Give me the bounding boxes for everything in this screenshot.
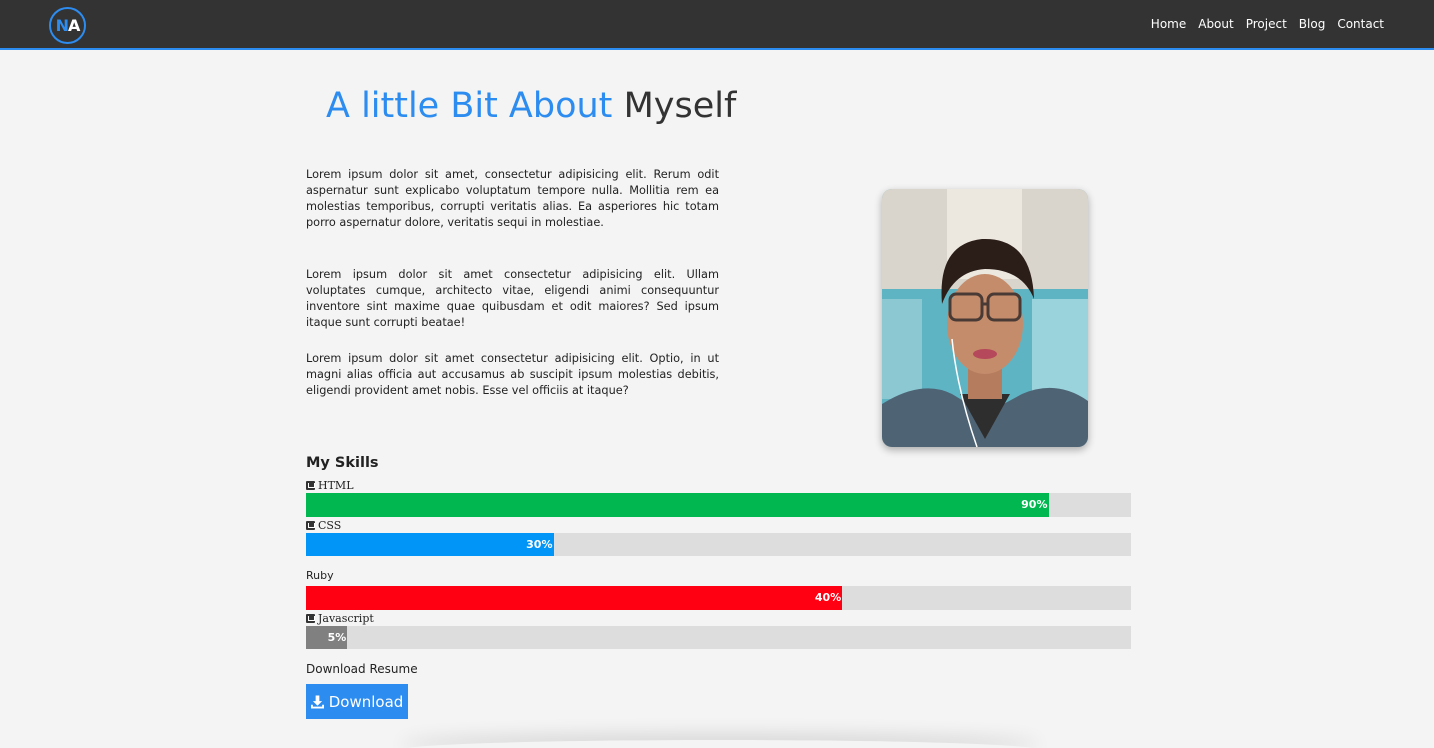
footer-shadow [400,740,1040,748]
skill-label-javascript: Javascript [306,612,374,625]
skill-name-javascript: Javascript [318,612,374,625]
page-title-highlight: A little Bit About [326,86,613,126]
download-button[interactable]: Download [306,684,408,719]
skill-bar-ruby: 40% [306,586,1131,610]
about-paragraph-1: Lorem ipsum dolor sit amet, consectetur … [306,168,719,229]
skill-bar-javascript: 5% [306,626,1131,649]
skill-percent-javascript: 5% [327,631,347,644]
skill-bar-html: 90% [306,493,1131,517]
skill-percent-css: 30% [526,538,553,551]
about-paragraph-3: Lorem ipsum dolor sit amet consectetur a… [306,352,719,397]
page-title: A little Bit About Myself [326,84,736,128]
profile-photo [882,189,1088,447]
css3-icon [306,521,315,530]
skill-bar-fill-html: 90% [306,493,1049,517]
skill-name-ruby: Ruby [306,569,334,582]
skill-bar-css: 30% [306,533,1131,556]
navbar: NA Home About Project Blog Contact [0,0,1434,50]
logo-letter-n: N [55,16,69,35]
skill-percent-ruby: 40% [814,591,842,604]
js-icon [306,614,315,623]
nav-links: Home About Project Blog Contact [1151,17,1384,31]
page-title-rest: Myself [623,86,737,126]
skills-title: My Skills [306,455,379,471]
skill-bar-fill-javascript: 5% [306,626,348,649]
download-resume-label: Download Resume [306,662,418,676]
nav-link-contact[interactable]: Contact [1337,17,1384,31]
skill-bar-fill-ruby: 40% [306,586,843,610]
html5-icon [306,481,315,490]
skill-bar-fill-css: 30% [306,533,554,556]
logo[interactable]: NA [49,7,86,44]
about-paragraph-2: Lorem ipsum dolor sit amet consectetur a… [306,268,719,329]
skill-name-css: CSS [318,519,342,532]
nav-link-project[interactable]: Project [1246,17,1287,31]
download-button-label: Download [328,692,404,711]
skill-percent-html: 90% [1021,498,1048,511]
nav-link-about[interactable]: About [1198,17,1233,31]
skill-name-html: HTML [318,479,354,492]
nav-link-home[interactable]: Home [1151,17,1186,31]
download-icon [310,695,324,708]
nav-link-blog[interactable]: Blog [1299,17,1326,31]
skill-label-ruby: Ruby [306,569,334,582]
profile-photo-illustration [882,189,1088,447]
skill-label-html: HTML [306,479,354,492]
skill-label-css: CSS [306,519,341,532]
logo-letter-a: A [68,16,80,35]
